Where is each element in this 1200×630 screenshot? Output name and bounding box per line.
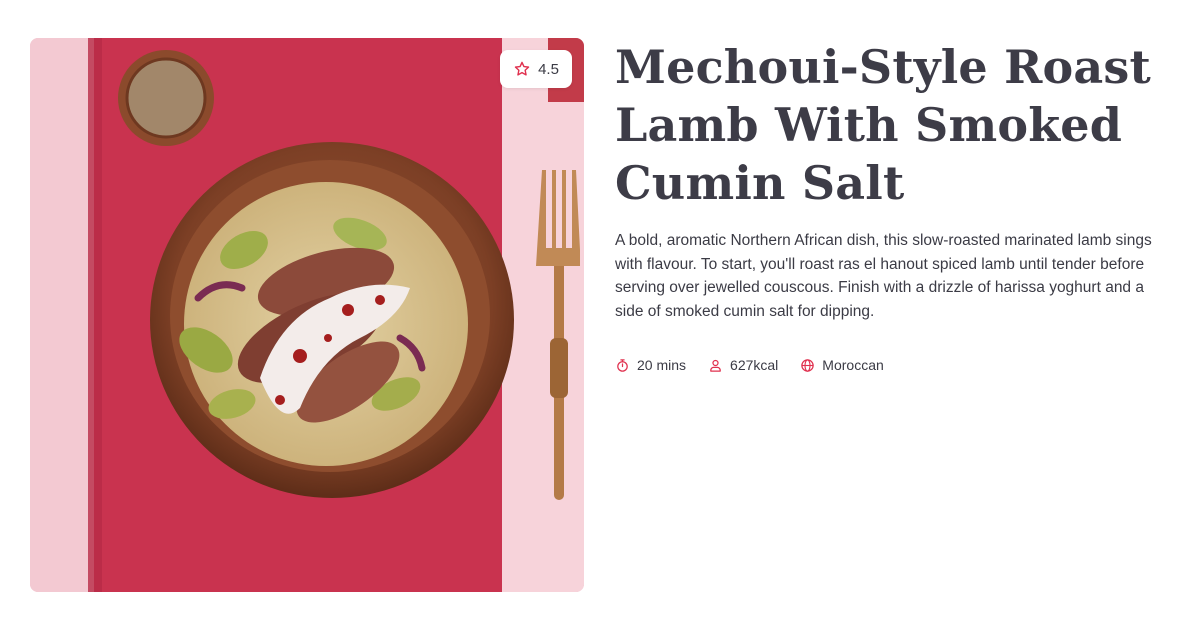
meta-calories-label: 627kcal: [730, 357, 779, 373]
meta-cuisine: Moroccan: [800, 357, 884, 373]
recipe-title: Mechoui-Style Roast Lamb With Smoked Cum…: [615, 40, 1151, 210]
meta-calories: 627kcal: [708, 357, 778, 373]
rating-badge: 4.5: [500, 50, 572, 88]
recipe-card: 4.5 Mechoui-Style Roast Lamb With Smoked…: [0, 0, 1200, 630]
lamb-dish-illustration: [30, 38, 584, 592]
stopwatch-icon: [617, 358, 628, 372]
meta-time-label: 20 mins: [637, 357, 687, 373]
meta-time: 20 mins: [615, 357, 686, 373]
recipe-description: A bold, aromatic Northern African dish, …: [615, 232, 1152, 320]
recipe-meta: 20 mins 627kcal Moroccan: [615, 354, 884, 376]
recipe-photo: 4.5: [30, 38, 584, 592]
star-icon: [514, 61, 530, 76]
person-icon: [710, 359, 721, 372]
globe-icon: [801, 358, 815, 372]
rating-value: 4.5: [538, 60, 559, 78]
meta-cuisine-label: Moroccan: [822, 357, 884, 373]
